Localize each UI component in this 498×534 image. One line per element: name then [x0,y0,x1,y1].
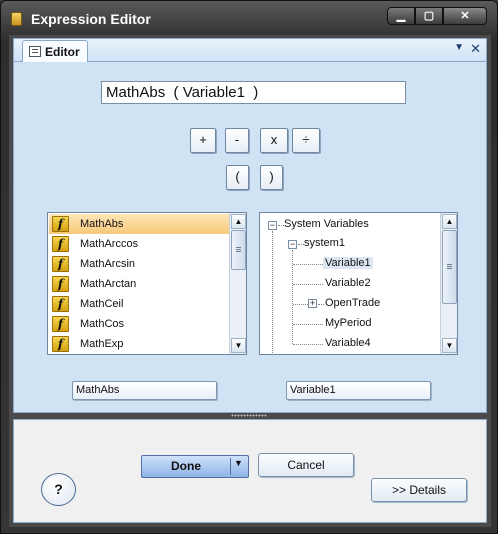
function-label: MathCos [80,318,125,330]
function-list[interactable]: f MathAbs f MathArccos f MathArcsin f Ma… [47,212,247,355]
button-panel: Done ▼ Cancel >> Details ? [13,419,487,523]
tree-item[interactable]: OpenTrade [325,297,380,309]
function-icon: f [52,336,69,352]
expression-editor-window: Expression Editor ▁ ▢ ✕ Editor ▼ ✕ MathA… [0,0,498,534]
help-button[interactable]: ? [41,473,76,506]
function-list-scrollbar[interactable]: ▲ ▼ [229,213,246,354]
client-area: Editor ▼ ✕ MathAbs ( Variable1 ) + - x ÷… [9,35,491,527]
tree-item[interactable]: Variable1 [323,257,373,269]
done-split-divider [230,458,231,475]
editor-pane: MathAbs ( Variable1 ) + - x ÷ ( ) f Math… [13,62,487,413]
function-label: MathCeil [80,298,124,310]
function-label: MathArctan [80,278,137,290]
scroll-thumb[interactable] [442,230,457,304]
expression-input[interactable]: MathAbs ( Variable1 ) [101,81,406,104]
tab-menu-dropdown-icon[interactable]: ▼ [454,42,464,53]
tree-connector [318,304,324,305]
window-controls: ▁ ▢ ✕ [387,7,487,25]
tree-connector [293,284,323,285]
scroll-up-arrow-icon[interactable]: ▲ [442,214,457,229]
done-dropdown-arrow-icon[interactable]: ▼ [234,458,243,468]
done-button[interactable]: Done ▼ [141,455,249,478]
function-icon: f [52,316,69,332]
tree-root-label[interactable]: System Variables [284,218,369,230]
plus-operator-button[interactable]: + [190,128,216,153]
tree-connector [293,264,323,265]
tree-item[interactable]: Variable4 [325,337,371,349]
cancel-button[interactable]: Cancel [258,453,354,477]
function-label: MathArccos [80,238,139,250]
minimize-button[interactable]: ▁ [387,7,415,25]
function-icon: f [52,276,69,292]
variable-tree[interactable]: − System Variables − system1 Variable1 V… [259,212,458,355]
multiply-operator-button[interactable]: x [260,128,288,153]
function-icon: f [52,236,69,252]
minus-operator-button[interactable]: - [225,128,249,153]
list-item[interactable]: f MathCeil [49,294,229,314]
done-button-label[interactable]: Done [142,456,230,477]
list-item[interactable]: f MathAbs [49,214,229,234]
tab-close-icon[interactable]: ✕ [470,41,481,57]
app-icon [11,12,22,26]
scroll-down-arrow-icon[interactable]: ▼ [442,338,457,353]
scroll-down-arrow-icon[interactable]: ▼ [231,338,246,353]
tree-connector [293,324,323,325]
expand-icon[interactable]: + [308,299,317,308]
maximize-button[interactable]: ▢ [415,7,443,25]
function-label: MathAbs [80,218,124,230]
tab-editor-label: Editor [45,45,80,59]
window-title: Expression Editor [31,11,151,27]
selected-function-field[interactable]: MathAbs [72,381,217,400]
tree-connector [272,231,273,353]
tree-group-label[interactable]: system1 [304,237,345,249]
close-paren-button[interactable]: ) [260,165,283,190]
list-item[interactable]: f MathArccos [49,234,229,254]
function-label: MathExp [80,338,124,350]
tree-item[interactable]: MyPeriod [325,317,371,329]
splitter-grip-icon[interactable] [231,414,267,417]
list-item[interactable]: f MathArcsin [49,254,229,274]
tab-strip: Editor ▼ ✕ [13,38,487,63]
function-label: MathArcsin [80,258,136,270]
tree-item[interactable]: Variable2 [325,277,371,289]
selected-variable-field[interactable]: Variable1 [286,381,431,400]
divide-operator-button[interactable]: ÷ [292,128,320,153]
function-icon: f [52,256,69,272]
tree-connector [293,304,308,305]
list-item[interactable]: f MathCos [49,314,229,334]
scroll-up-arrow-icon[interactable]: ▲ [231,214,246,229]
details-button[interactable]: >> Details [371,478,467,502]
close-window-button[interactable]: ✕ [443,7,487,25]
document-icon [29,46,41,57]
list-item[interactable]: f MathArctan [49,274,229,294]
open-paren-button[interactable]: ( [226,165,249,190]
function-icon: f [52,296,69,312]
collapse-icon[interactable]: − [288,240,297,249]
title-bar[interactable]: Expression Editor ▁ ▢ ✕ [1,1,497,35]
scroll-thumb[interactable] [231,230,246,270]
tab-editor[interactable]: Editor [22,40,88,63]
tree-connector [293,344,323,345]
list-item[interactable]: f MathExp [49,334,229,354]
variable-tree-scrollbar[interactable]: ▲ ▼ [440,213,457,354]
function-icon: f [52,216,69,232]
collapse-icon[interactable]: − [268,221,277,230]
